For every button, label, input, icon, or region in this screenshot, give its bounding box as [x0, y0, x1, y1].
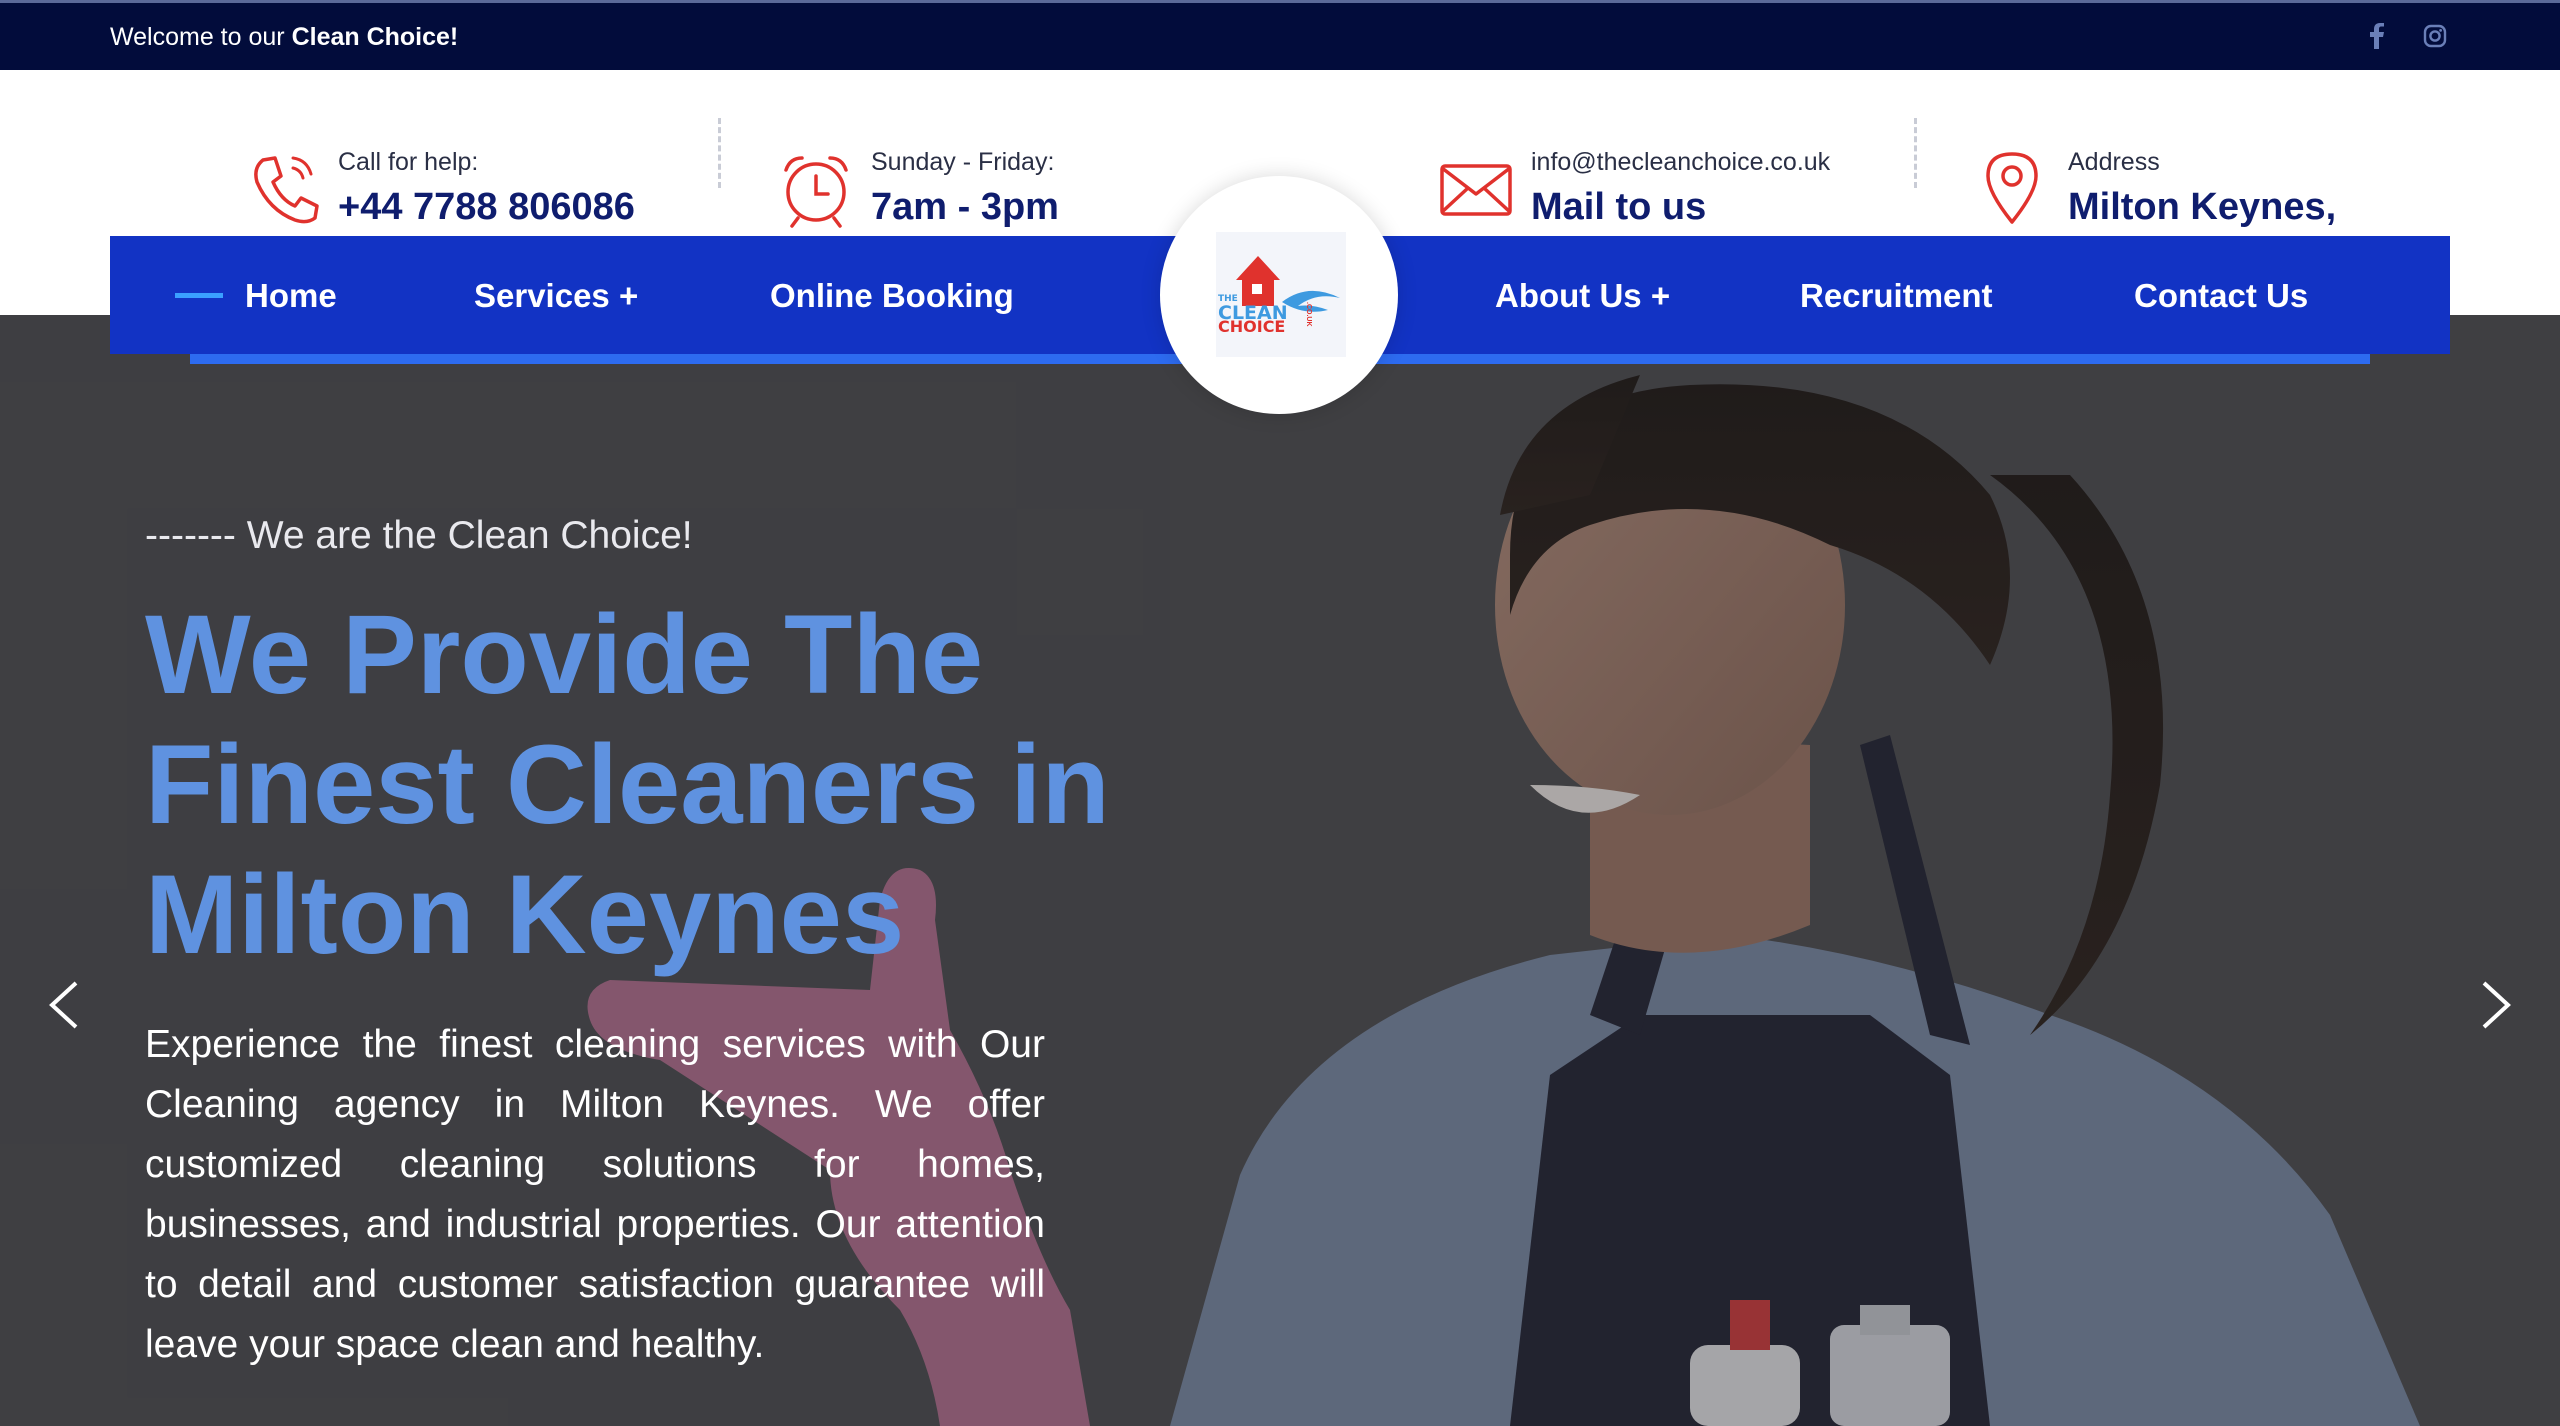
divider	[718, 118, 721, 188]
chevron-left-icon	[49, 981, 78, 1029]
top-bar: Welcome to our Clean Choice!	[0, 0, 2560, 70]
alarm-clock-icon	[784, 156, 848, 228]
phone-icon	[254, 156, 319, 224]
hero-description: Experience the finest cleaning services …	[145, 1023, 1045, 1366]
location-pin-icon	[1986, 152, 2038, 224]
chevron-right-icon	[2482, 981, 2511, 1029]
logo-badge: THE CLEAN CHOICE .CO.UK	[1216, 232, 1346, 357]
active-indicator	[175, 293, 223, 298]
nav-home[interactable]: Home	[245, 277, 337, 315]
hours-value: 7am - 3pm	[871, 186, 1059, 228]
phone-number[interactable]: +44 7788 806086	[338, 186, 635, 229]
mail-to-us[interactable]: Mail to us	[1531, 186, 1706, 229]
nav-online-booking[interactable]: Online Booking	[770, 277, 1014, 315]
welcome-brand: Clean Choice!	[291, 23, 459, 51]
hours-label: Sunday - Friday:	[871, 148, 1055, 176]
slider-next-button[interactable]	[2470, 975, 2520, 1035]
call-label: Call for help:	[338, 148, 479, 176]
email-address[interactable]: info@thecleanchoice.co.uk	[1531, 148, 1830, 177]
address-value: Milton Keynes,	[2068, 186, 2337, 228]
address-label: Address	[2068, 148, 2160, 176]
welcome-message: Welcome to our Clean Choice!	[110, 23, 458, 52]
welcome-prefix: Welcome to our	[110, 23, 285, 51]
divider	[1914, 118, 1917, 188]
instagram-icon[interactable]	[2420, 21, 2450, 51]
site-logo[interactable]: THE CLEAN CHOICE .CO.UK	[1160, 176, 1398, 414]
hero-eyebrow: ------- We are the Clean Choice!	[145, 514, 693, 557]
nav-recruitment[interactable]: Recruitment	[1800, 277, 1993, 315]
mail-icon	[1440, 164, 1512, 216]
hero-headline: We Provide The Finest Cleaners in Milton…	[145, 592, 1110, 977]
nav-about-us[interactable]: About Us +	[1495, 277, 1670, 315]
facebook-icon[interactable]	[2362, 21, 2392, 51]
nav-services[interactable]: Services +	[474, 277, 638, 315]
logo-text-choice: CHOICE	[1218, 317, 1286, 336]
logo-text-domain: .CO.UK	[1305, 302, 1312, 327]
slider-prev-button[interactable]	[40, 975, 90, 1035]
nav-contact-us[interactable]: Contact Us	[2134, 277, 2308, 315]
